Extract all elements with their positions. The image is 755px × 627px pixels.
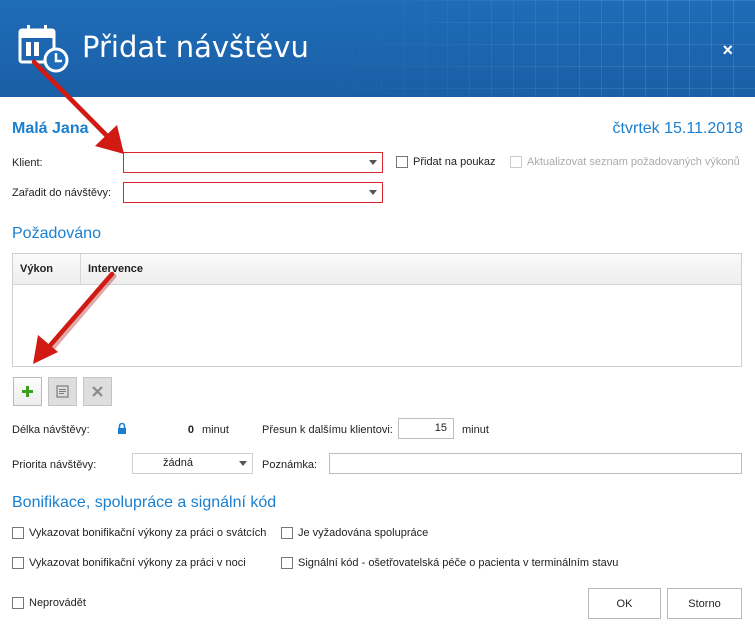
ok-button[interactable]: OK [588, 588, 661, 619]
client-combo[interactable] [123, 152, 383, 173]
checkbox-box[interactable] [12, 527, 24, 539]
transfer-label: Přesun k dalšímu klientovi: [262, 424, 393, 436]
note-input[interactable] [329, 453, 742, 474]
client-label: Klient: [12, 157, 43, 169]
window-title: Přidat návštěvu [82, 30, 309, 64]
priority-value: žádná [163, 457, 193, 469]
checkbox-box [510, 156, 522, 168]
requested-grid[interactable]: Výkon Intervence [12, 253, 742, 367]
plus-icon [22, 386, 33, 397]
delete-row-button [83, 377, 112, 406]
add-to-voucher-label: Přidat na poukaz [413, 156, 496, 168]
column-header-vykon[interactable]: Výkon [13, 253, 81, 285]
not-perform-checkbox[interactable]: Neprovádět [12, 597, 86, 609]
lock-icon [118, 422, 126, 434]
assign-combo[interactable] [123, 182, 383, 203]
checkbox-box[interactable] [396, 156, 408, 168]
chevron-down-icon[interactable] [369, 190, 377, 195]
signal-code-label: Signální kód - ošetřovatelská péče o pac… [298, 557, 619, 569]
grid-header: Výkon Intervence [13, 253, 741, 285]
column-header-intervence[interactable]: Intervence [81, 254, 143, 285]
chevron-down-icon[interactable] [369, 160, 377, 165]
priority-label: Priorita návštěvy: [12, 459, 97, 471]
chevron-down-icon[interactable] [239, 461, 247, 466]
checkbox-box[interactable] [12, 597, 24, 609]
requested-section-title: Požadováno [12, 225, 101, 242]
bonus-section-title: Bonifikace, spolupráce a signální kód [12, 494, 277, 511]
close-icon [92, 386, 103, 397]
visit-length-value: 0 [187, 424, 194, 436]
priority-combo[interactable]: žádná [132, 453, 253, 474]
update-list-checkbox: Aktualizovat seznam požadovaných výkonů [510, 156, 740, 168]
cancel-button[interactable]: Storno [667, 588, 742, 619]
signal-code-checkbox[interactable]: Signální kód - ošetřovatelská péče o pac… [281, 557, 618, 569]
transfer-unit: minut [462, 424, 489, 436]
checkbox-box[interactable] [281, 557, 293, 569]
update-list-label: Aktualizovat seznam požadovaných výkonů [527, 156, 740, 168]
transfer-input[interactable]: 15 [398, 418, 454, 439]
title-bar: Přidat návštěvu × [0, 0, 755, 97]
visit-length-label: Délka návštěvy: [12, 424, 90, 436]
cooperation-label: Je vyžadována spolupráce [298, 527, 429, 539]
not-perform-label: Neprovádět [29, 597, 86, 609]
assign-label: Zařadit do návštěvy: [12, 187, 112, 199]
edit-icon [56, 385, 69, 398]
title-bar-pattern [315, 0, 755, 97]
visit-length-unit: minut [202, 424, 229, 436]
visit-date: čtvrtek 15.11.2018 [612, 120, 743, 137]
calendar-clock-icon [18, 25, 69, 73]
edit-row-button [48, 377, 77, 406]
add-to-voucher-checkbox[interactable]: Přidat na poukaz [396, 156, 496, 168]
cooperation-checkbox[interactable]: Je vyžadována spolupráce [281, 527, 428, 539]
checkbox-box[interactable] [281, 527, 293, 539]
add-row-button[interactable] [13, 377, 42, 406]
holiday-checkbox[interactable]: Vykazovat bonifikační výkony za práci o … [12, 527, 266, 539]
note-label: Poznámka: [262, 459, 318, 471]
patient-name: Malá Jana [12, 120, 89, 137]
night-checkbox[interactable]: Vykazovat bonifikační výkony za práci v … [12, 557, 246, 569]
close-icon[interactable]: × [722, 40, 733, 61]
checkbox-box[interactable] [12, 557, 24, 569]
night-label: Vykazovat bonifikační výkony za práci v … [29, 557, 246, 569]
holiday-label: Vykazovat bonifikační výkony za práci o … [29, 527, 267, 539]
transfer-value: 15 [434, 422, 447, 434]
